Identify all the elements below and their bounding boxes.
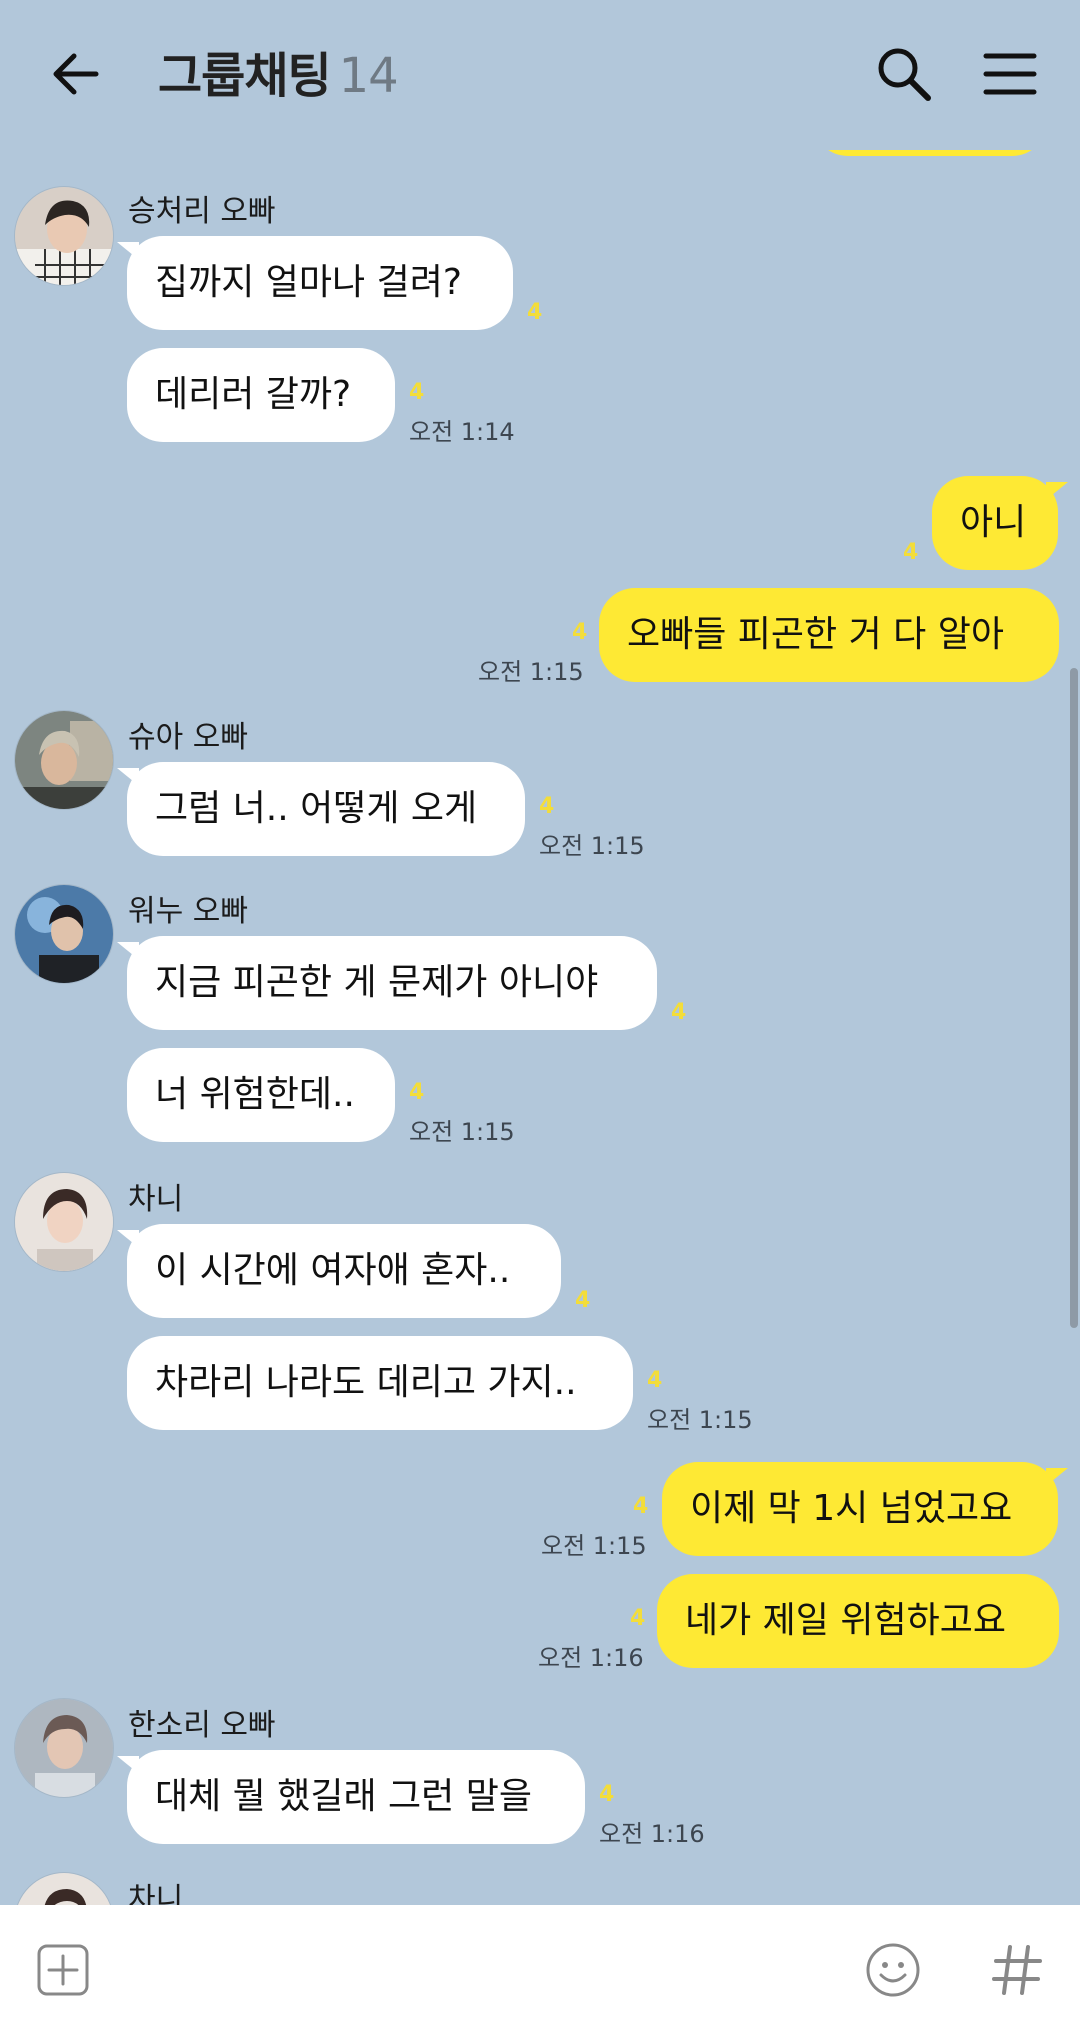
message-time: 오전 1:16 [538, 1644, 644, 1672]
avatar-chani[interactable] [14, 1872, 114, 1905]
page-title: 그룹채팅 14 [158, 36, 399, 106]
their-message-bubble[interactable]: 그럼 너.. 어떻게 오게 [117, 762, 525, 856]
attach-button[interactable] [36, 1943, 90, 1997]
avatar-seungcheol[interactable] [14, 186, 114, 286]
unread-count: 4 [633, 1494, 649, 1519]
their-message-bubble[interactable]: 집까지 얼마나 걸려? [117, 236, 513, 330]
unread-count: 4 [527, 300, 543, 325]
avatar-hansori[interactable] [14, 1698, 114, 1798]
unread-count: 4 [409, 1080, 425, 1105]
their-message-bubble[interactable]: 지금 피곤한 게 문제가 아니야 [117, 936, 657, 1030]
unread-count: 4 [671, 1000, 687, 1025]
message-time: 오전 1:15 [541, 1532, 647, 1560]
chat-area[interactable]: 승처리 오빠 집까지 얼마나 걸려? 4 데리러 갈까? 4 오전 1:14 아… [0, 0, 1080, 1905]
unread-count: 4 [409, 380, 425, 405]
my-message-bubble[interactable]: 오빠들 피곤한 거 다 알아 [599, 588, 1059, 682]
menu-button[interactable] [978, 42, 1042, 106]
unread-count: 4 [903, 540, 919, 565]
their-message-bubble[interactable]: 대체 뭘 했길래 그런 말을 [117, 1750, 585, 1844]
their-message-bubble[interactable]: 이 시간에 여자애 혼자.. [117, 1224, 561, 1318]
my-message-bubble[interactable]: 네가 제일 위험하고요 [657, 1574, 1059, 1668]
avatar-chani[interactable] [14, 1172, 114, 1272]
unread-count: 4 [575, 1288, 591, 1313]
plus-icon [37, 1944, 89, 1996]
their-message-bubble[interactable]: 너 위험한데.. [127, 1048, 395, 1142]
avatar-shua[interactable] [14, 710, 114, 810]
hash-icon [992, 1945, 1042, 1995]
message-time: 오전 1:15 [647, 1406, 753, 1434]
sender-name: 차니 [128, 1882, 184, 1905]
unread-count: 4 [599, 1782, 615, 1807]
message-time: 오전 1:16 [599, 1820, 705, 1848]
sender-name: 승처리 오빠 [128, 194, 276, 229]
sender-name: 차니 [128, 1182, 184, 1217]
search-button[interactable] [872, 42, 936, 106]
chat-room-name: 그룹채팅 [158, 48, 332, 104]
message-input-bar[interactable] [0, 1905, 1080, 2031]
chat-scrollbar[interactable] [1070, 668, 1078, 1328]
message-time: 오전 1:14 [409, 418, 515, 446]
member-count: 14 [338, 48, 399, 104]
menu-icon [983, 53, 1037, 95]
back-button[interactable] [44, 42, 108, 106]
sender-name: 슈아 오빠 [128, 720, 248, 755]
my-message-bubble[interactable]: 아니 [932, 476, 1068, 570]
chat-header: 그룹채팅 14 [0, 0, 1080, 150]
their-message-bubble[interactable]: 차라리 나라도 데리고 가지.. [127, 1336, 633, 1430]
unread-count: 4 [647, 1368, 663, 1393]
hashtag-button[interactable] [988, 1941, 1046, 1999]
avatar-wonwoo[interactable] [14, 884, 114, 984]
message-time: 오전 1:15 [409, 1118, 515, 1146]
sender-name: 워누 오빠 [128, 894, 248, 929]
emoji-icon [866, 1943, 920, 1997]
emoji-button[interactable] [864, 1941, 922, 1999]
their-message-bubble[interactable]: 데리러 갈까? [127, 348, 395, 442]
unread-count: 4 [630, 1606, 646, 1631]
message-time: 오전 1:15 [478, 658, 584, 686]
unread-count: 4 [539, 794, 555, 819]
back-arrow-icon [53, 53, 99, 95]
search-icon [878, 48, 931, 101]
sender-name: 한소리 오빠 [128, 1708, 276, 1743]
unread-count: 4 [572, 620, 588, 645]
my-message-bubble[interactable]: 이제 막 1시 넘었고요 [662, 1462, 1068, 1556]
message-time: 오전 1:15 [539, 832, 645, 860]
